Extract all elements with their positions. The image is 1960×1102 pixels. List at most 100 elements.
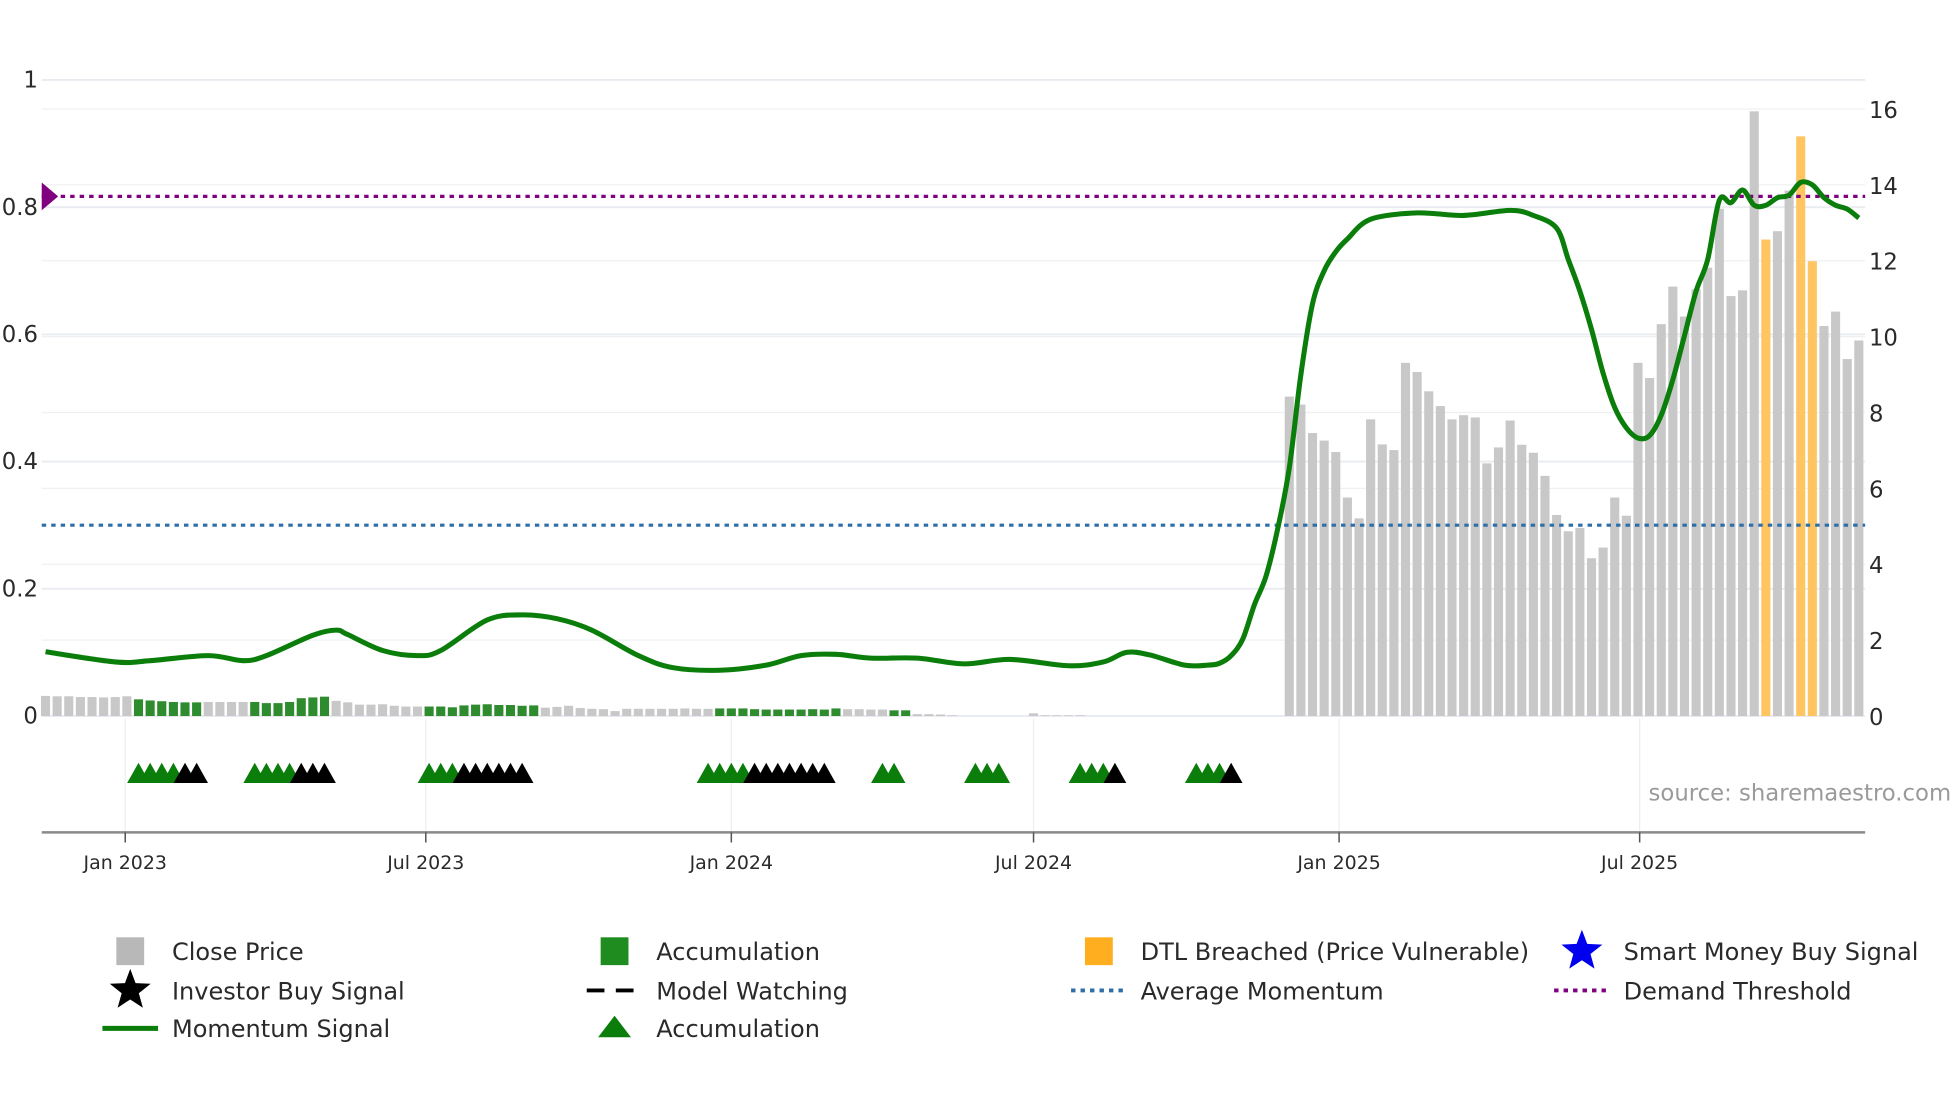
legend-item: Average Momentum [1071, 977, 1384, 1005]
right-axis-tick-label: 2 [1869, 629, 1883, 655]
x-axis-tick-label: Jul 2025 [1600, 852, 1678, 874]
close-price-bar [1342, 497, 1352, 717]
close-price-bar [1528, 452, 1538, 717]
close-price-bar [1389, 450, 1399, 717]
accumulation-bar [517, 705, 527, 717]
close-price-bar [87, 697, 97, 717]
accumulation-bar [133, 699, 144, 717]
momentum-signal-line [45, 179, 1861, 673]
close-price-bar [389, 705, 399, 717]
close-price-bar [936, 714, 946, 717]
legend-item: Accumulation [600, 937, 820, 966]
momentum-line-layer [45, 179, 1861, 673]
dtl-breached-bar [1807, 261, 1817, 717]
accumulation-bar [192, 702, 202, 717]
close-price-bar [691, 708, 702, 717]
close-price-bar [1738, 290, 1748, 717]
left-axis-tick-label: 0.6 [2, 322, 38, 348]
right-axis-tick-label: 14 [1869, 174, 1898, 200]
left-axis-tick-label: 0.4 [2, 449, 38, 475]
accumulation-bar [250, 701, 260, 717]
left-axis-tick-label: 0.2 [2, 576, 38, 602]
accumulation-bar [738, 708, 748, 717]
close-price-bar [1772, 231, 1783, 717]
close-price-bar [1493, 447, 1504, 717]
accumulation-bar [529, 705, 539, 717]
close-price-bar [1540, 475, 1550, 717]
close-price-bar [610, 711, 620, 717]
x-axis-tick-label: Jan 2023 [82, 852, 166, 874]
legend-label: Model Watching [656, 977, 848, 1005]
close-price-bar [52, 696, 62, 717]
close-price-bar [645, 708, 655, 717]
close-price-bar [1063, 715, 1073, 717]
close-price-bar [215, 701, 225, 717]
close-price-bar [1563, 531, 1573, 717]
close-price-bar [657, 708, 667, 717]
accumulation-bar [901, 710, 911, 717]
accumulation-bar [459, 705, 469, 717]
axes: 00.20.40.60.810246810121416Jan 2023 Jul 2… [2, 68, 1898, 874]
accumulation-bar [773, 709, 783, 717]
close-price-bar [668, 708, 678, 717]
close-price-bar [401, 706, 411, 717]
right-axis-tick-label: 8 [1869, 401, 1883, 427]
close-price-bar [1854, 340, 1864, 717]
close-price-bar [1319, 440, 1329, 717]
legend-star-icon [1561, 929, 1603, 969]
accumulation-bar [726, 708, 736, 717]
close-price-bar [75, 697, 85, 717]
legend-triangle-icon [598, 1015, 631, 1038]
close-price-bar [1052, 715, 1062, 717]
accumulation-bar [796, 709, 806, 717]
right-axis-tick-label: 6 [1869, 477, 1883, 503]
close-price-bar [1447, 419, 1457, 717]
accumulation-bar [424, 706, 434, 717]
momentum-chart: 00.20.40.60.810246810121416Jan 2023 Jul 2… [2, 68, 1951, 1044]
legend-item: Smart Money Buy Signal [1624, 938, 1919, 966]
close-price-bar [354, 704, 364, 717]
close-price-bar [866, 709, 876, 717]
accumulation-bar [180, 702, 190, 717]
close-price-bar [1377, 444, 1387, 717]
right-axis-tick-label: 10 [1869, 326, 1898, 352]
close-price-bar [877, 709, 887, 717]
accumulation-bar [308, 697, 318, 717]
dtl-breached-bar [1796, 136, 1806, 717]
close-price-bar [1691, 289, 1701, 717]
close-price-bar [552, 706, 562, 717]
accumulation-bar [145, 700, 155, 717]
legend-item: Investor Buy Signal [172, 977, 405, 1005]
close-price-bar [1633, 362, 1643, 717]
legend-label: Accumulation [656, 938, 820, 966]
close-price-bar [622, 708, 632, 717]
close-price-bar [843, 709, 853, 717]
accumulation-bar [784, 709, 794, 717]
right-axis-tick-label: 0 [1869, 705, 1883, 731]
legend-star-icon [109, 968, 151, 1008]
legend-item: Accumulation [598, 1015, 820, 1043]
accumulation-bar [494, 705, 504, 717]
legend-item: Demand Threshold [1554, 977, 1851, 1005]
accumulation-bar [889, 710, 899, 717]
legend-label: Average Momentum [1141, 977, 1384, 1005]
close-price-bar [1307, 433, 1318, 717]
close-price-bar [1459, 415, 1469, 717]
right-axis-tick-label: 4 [1869, 553, 1883, 579]
close-price-bar [1040, 715, 1050, 717]
close-price-bar [1482, 463, 1492, 717]
legend-label: Accumulation [656, 1015, 820, 1043]
close-price-bar [1366, 419, 1376, 717]
legend-square-icon [116, 937, 145, 966]
close-price-bar [110, 697, 120, 717]
accumulation-bar [319, 696, 330, 717]
reference-lines [41, 182, 1866, 527]
dtl-breached-bar [1761, 239, 1771, 717]
close-price-bar [598, 709, 609, 717]
close-price-bar [1656, 324, 1666, 717]
right-axis-tick-label: 12 [1869, 250, 1898, 276]
accumulation-bar [808, 709, 818, 717]
accumulation-bar [436, 706, 446, 717]
close-price-bar [378, 704, 388, 717]
accumulation-bar [715, 708, 725, 717]
